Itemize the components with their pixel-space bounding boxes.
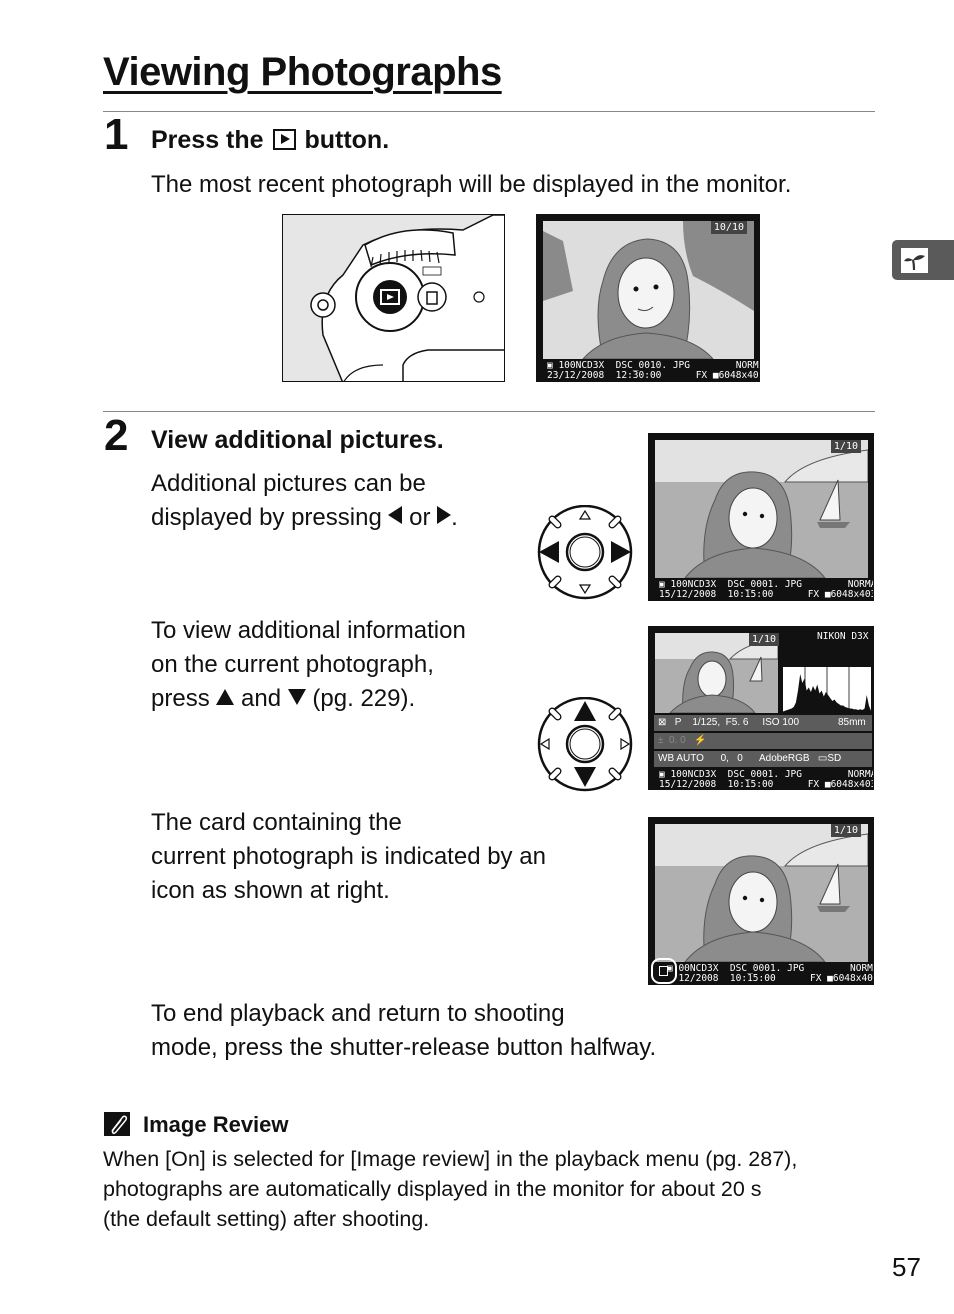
section-tab xyxy=(892,240,954,280)
date-info-line: 12/2008 10:15:00 FX ■6048x4032 xyxy=(667,973,874,984)
paragraph-navigate: Additional pictures can be displayed by … xyxy=(151,467,458,535)
text-line: current photograph is indicated by an xyxy=(151,843,546,870)
right-arrow-icon xyxy=(437,506,452,524)
exposure-comp-row: ± 0. 0 ⚡ xyxy=(654,733,872,749)
step-heading: View additional pictures. xyxy=(151,426,444,454)
text-line: displayed by pressing or . xyxy=(151,501,458,535)
divider xyxy=(103,111,875,112)
divider xyxy=(103,411,875,412)
text-line: (the default setting) after shooting. xyxy=(103,1207,430,1231)
photo-portrait-sailboat xyxy=(655,440,869,579)
text: displayed by pressing xyxy=(151,504,382,531)
camera-model: NIKON D3X xyxy=(817,631,869,642)
paragraph-info: To view additional information on the cu… xyxy=(151,614,466,716)
paragraph-card: The card containing the current photogra… xyxy=(151,806,546,908)
text-line: When [On] is selected for [Image review]… xyxy=(103,1147,798,1171)
left-arrow-icon xyxy=(388,506,403,524)
image-counter: 1/10 xyxy=(749,633,780,646)
up-arrow-icon xyxy=(216,689,235,705)
date-info-line: 15/12/2008 10:15:00 FX ■6048x4032 xyxy=(659,589,874,600)
page-title: Viewing Photographs xyxy=(103,50,502,94)
text-line: press and (pg. 229). xyxy=(151,682,466,716)
date-info-line: 23/12/2008 12:30:00 FX ■6048x4032 xyxy=(547,370,760,381)
paperclip-icon xyxy=(104,1112,130,1136)
text-line: To end playback and return to shooting xyxy=(151,1000,565,1027)
photo-portrait-sailboat xyxy=(655,824,869,963)
card-slot-highlight xyxy=(651,958,677,984)
monitor-card-indicator-screen: 1/10 ▣ 00NCD3X DSC_0001. JPG NORMAL 12/2… xyxy=(648,817,874,985)
text-line: photographs are automatically displayed … xyxy=(103,1177,762,1201)
note-body: When [On] is selected for [Image review]… xyxy=(103,1144,797,1234)
heading-text: Press the xyxy=(151,126,264,154)
memory-card-icon xyxy=(659,966,668,976)
step-number: 1 xyxy=(104,110,129,159)
text-line: Additional pictures can be xyxy=(151,470,426,497)
monitor-playback-screen: 1/10 ▣ 100NCD3X DSC_0001. JPG NORMAL 15/… xyxy=(648,433,874,601)
text: or xyxy=(409,504,431,531)
camera-illustration xyxy=(282,214,505,382)
multi-selector-left-right-icon xyxy=(535,504,635,605)
text: press xyxy=(151,685,210,712)
text: (pg. 229). xyxy=(312,685,416,712)
step-number: 2 xyxy=(104,411,129,460)
paragraph-end-playback: To end playback and return to shooting m… xyxy=(151,997,656,1065)
text-line: on the current photograph, xyxy=(151,651,434,678)
step-heading: Press the button. xyxy=(151,125,389,155)
text: . xyxy=(451,504,458,531)
monitor-shooting-data-screen: 1/10 NIKON D3X ⊠ P 1/125, F5. 6 ISO 100 … xyxy=(648,626,874,790)
histogram xyxy=(783,667,871,713)
step-description: The most recent photograph will be displ… xyxy=(151,171,792,198)
heading-text: button. xyxy=(304,126,390,154)
playback-button-icon xyxy=(272,129,296,150)
monitor-playback-screen: 10/10 ▣ 100NCD3X DSC_0010. JPG NORMAL 23… xyxy=(536,214,760,382)
date-info-line: 15/12/2008 10:15:00 FX ■6048x4032 xyxy=(659,779,874,790)
note-heading: Image Review xyxy=(143,1112,289,1137)
photo-portrait xyxy=(543,221,754,360)
white-balance-row: WB AUTO 0, 0 AdobeRGB ▭SD xyxy=(654,751,872,767)
text-line: mode, press the shutter-release button h… xyxy=(151,1034,657,1061)
page-number: 57 xyxy=(892,1252,921,1282)
multi-selector-up-down-icon xyxy=(535,696,635,797)
text: and xyxy=(241,685,282,712)
exposure-info-row: ⊠ P 1/125, F5. 6 ISO 100 85mm xyxy=(654,715,872,731)
down-arrow-icon xyxy=(287,689,306,705)
text-line: The card containing the xyxy=(151,809,402,836)
image-counter: 1/10 xyxy=(830,824,861,837)
text-line: To view additional information xyxy=(151,617,466,644)
image-counter: 1/10 xyxy=(830,440,861,453)
image-counter: 10/10 xyxy=(710,221,747,234)
sprout-icon xyxy=(901,248,928,273)
text-line: icon as shown at right. xyxy=(151,877,390,904)
